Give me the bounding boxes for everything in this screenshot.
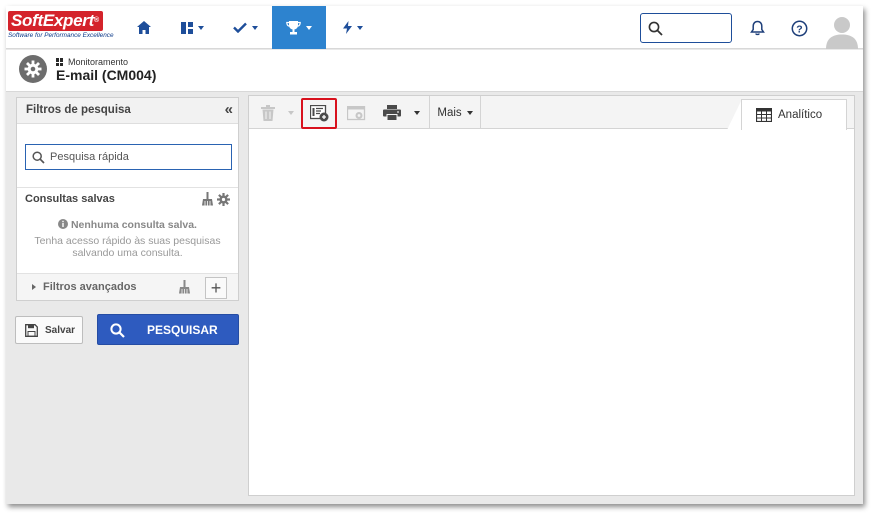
help-icon: ? <box>791 20 807 36</box>
saved-queries-section: Consultas salvas Nenhuma consulta salva.… <box>17 187 238 273</box>
tab-analitico[interactable]: Analítico <box>741 99 847 130</box>
nav-dashboard-menu[interactable] <box>176 6 208 49</box>
chevron-down-icon <box>466 110 473 115</box>
user-avatar-icon <box>826 17 858 49</box>
saved-queries-title: Consultas salvas <box>25 193 115 205</box>
table-grid-icon <box>756 108 772 122</box>
chevron-down-icon <box>306 25 312 30</box>
print-dropdown[interactable] <box>409 101 425 125</box>
grid-icon <box>56 58 64 66</box>
bell-icon <box>749 20 765 36</box>
app-window: SoftExpert® Software for Performance Exc… <box>6 6 863 504</box>
tab-edge <box>727 99 742 130</box>
chevron-down-icon <box>357 25 363 30</box>
printer-icon <box>383 105 401 121</box>
chevron-down-icon <box>414 111 420 115</box>
clean-broom-icon[interactable] <box>179 280 190 294</box>
chevron-right-icon <box>32 284 36 290</box>
quick-search-placeholder: Pesquisa rápida <box>50 151 129 163</box>
nav-performance-menu[interactable] <box>272 6 326 49</box>
chevron-down-icon <box>288 111 294 115</box>
bolt-icon <box>343 21 352 34</box>
module-badge <box>19 55 47 83</box>
svg-text:?: ? <box>796 23 802 35</box>
advanced-filters-title: Filtros avançados <box>43 281 137 293</box>
chevron-down-icon <box>251 25 258 30</box>
floppy-disk-icon <box>25 323 38 337</box>
page-title: E-mail (CM004) <box>56 67 157 83</box>
quick-search-input[interactable]: Pesquisa rápida <box>25 144 232 170</box>
filters-panel-header: Filtros de pesquisa « <box>17 98 238 124</box>
collapse-panel-button[interactable]: « <box>225 102 234 117</box>
search-button[interactable]: PESQUISAR <box>97 314 239 345</box>
clean-broom-icon[interactable] <box>202 192 213 206</box>
saved-queries-hint: Tenha acesso rápido às suas pesquisas sa… <box>34 235 221 259</box>
filters-panel-title: Filtros de pesquisa <box>26 104 131 116</box>
softexpert-logo: SoftExpert® Software for Performance Exc… <box>8 11 114 39</box>
add-filter-button[interactable]: + <box>205 277 227 299</box>
top-navigation-bar: SoftExpert® Software for Performance Exc… <box>6 6 863 49</box>
help-button[interactable]: ? <box>787 16 811 40</box>
saved-queries-tools <box>202 192 230 206</box>
notifications-button[interactable] <box>745 16 769 40</box>
user-avatar[interactable] <box>824 13 860 49</box>
results-toolbar: Mais Analítico <box>249 96 854 130</box>
breadcrumb: Monitoramento <box>56 57 128 67</box>
settings-gear-icon[interactable] <box>217 192 230 206</box>
global-search-input[interactable] <box>640 13 732 43</box>
page-header: Monitoramento E-mail (CM004) <box>6 50 863 92</box>
info-icon <box>58 219 69 229</box>
search-filters-panel: Filtros de pesquisa « Pesquisa rápida Co… <box>16 97 239 301</box>
nav-home[interactable] <box>130 6 158 49</box>
breadcrumb-module: Monitoramento <box>68 57 129 67</box>
save-query-button[interactable]: Salvar <box>15 316 83 344</box>
search-icon <box>110 323 125 338</box>
chevron-down-icon <box>197 25 204 30</box>
trash-icon <box>261 105 275 121</box>
print-button[interactable] <box>379 101 405 125</box>
trophy-icon <box>286 20 301 34</box>
highlight-box <box>301 98 337 129</box>
search-icon <box>32 150 45 164</box>
more-menu-button[interactable]: Mais <box>429 96 481 129</box>
view-record-icon <box>346 105 365 120</box>
advanced-filters-toggle[interactable]: Filtros avançados + <box>17 273 238 300</box>
nav-actions-menu[interactable] <box>336 6 370 49</box>
delete-button[interactable] <box>257 101 279 125</box>
results-panel: Mais Analítico <box>248 95 855 496</box>
check-icon <box>232 22 247 33</box>
view-button[interactable] <box>343 101 369 125</box>
gear-icon <box>24 60 42 78</box>
delete-dropdown[interactable] <box>285 101 297 125</box>
search-icon <box>648 21 663 36</box>
dashboard-icon <box>180 21 193 34</box>
no-saved-queries-message: Nenhuma consulta salva. <box>17 219 238 231</box>
nav-tasks-menu[interactable] <box>228 6 262 49</box>
home-icon <box>137 21 151 34</box>
